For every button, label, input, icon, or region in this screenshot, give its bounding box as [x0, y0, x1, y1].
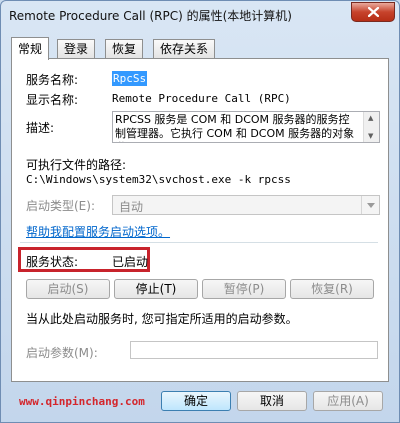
close-icon	[367, 7, 379, 17]
description-box[interactable]: RPCSS 服务是 COM 和 DCOM 服务器的服务控制管理器。它执行 COM…	[112, 111, 380, 143]
tab-general[interactable]: 常规	[11, 37, 50, 60]
startup-type-value: 自动	[119, 200, 144, 214]
scroll-up-icon[interactable]: ▲	[368, 114, 373, 122]
properties-window: Remote Procedure Call (RPC) 的属性(本地计算机) 常…	[0, 0, 400, 423]
ok-button[interactable]: 确定	[161, 391, 231, 411]
help-config-link[interactable]: 帮助我配置服务启动选项。	[26, 223, 170, 240]
display-name-value: Remote Procedure Call (RPC)	[112, 92, 291, 105]
watermark-text: www.qinpinchang.com	[19, 395, 145, 408]
close-button[interactable]	[351, 2, 395, 22]
scroll-down-icon[interactable]: ▼	[368, 132, 373, 140]
service-name-value[interactable]: RpcSs	[112, 71, 148, 86]
general-panel: 服务名称: RpcSs 显示名称: Remote Procedure Call …	[11, 58, 389, 382]
window-title: Remote Procedure Call (RPC) 的属性(本地计算机)	[9, 9, 292, 23]
stop-button[interactable]: 停止(T)	[114, 279, 198, 299]
chevron-down-icon	[366, 202, 375, 208]
cancel-button[interactable]: 取消	[237, 391, 307, 411]
tab-dependencies[interactable]: 依存关系	[153, 39, 216, 58]
start-button[interactable]: 启动(S)	[26, 279, 110, 299]
description-value: RPCSS 服务是 COM 和 DCOM 服务器的服务控制管理器。它执行 COM…	[115, 113, 355, 142]
description-label: 描述:	[26, 121, 55, 135]
pause-button[interactable]: 暂停(P)	[202, 279, 286, 299]
startup-type-label: 启动类型(E):	[26, 199, 95, 213]
divider	[20, 242, 378, 243]
resume-button[interactable]: 恢复(R)	[290, 279, 374, 299]
start-params-hint: 当从此处启动服务时, 您可指定所适用的启动参数。	[26, 312, 298, 326]
tab-logon[interactable]: 登录	[57, 39, 96, 58]
exe-path-value: C:\Windows\system32\svchost.exe -k rpcss	[26, 173, 291, 186]
start-params-label: 启动参数(M):	[26, 346, 98, 360]
apply-button[interactable]: 应用(A)	[313, 391, 383, 411]
service-status-value: 已启动	[112, 255, 149, 269]
title-bar[interactable]: Remote Procedure Call (RPC) 的属性(本地计算机)	[1, 1, 399, 29]
service-name-label: 服务名称:	[26, 73, 79, 87]
tab-recovery[interactable]: 恢复	[105, 39, 144, 58]
exe-path-label: 可执行文件的路径:	[26, 158, 127, 172]
startup-type-select[interactable]: 自动	[112, 195, 380, 215]
start-params-input[interactable]	[130, 341, 378, 359]
service-status-label: 服务状态:	[26, 255, 79, 269]
display-name-label: 显示名称:	[26, 93, 79, 107]
dropdown-arrow[interactable]	[361, 196, 379, 214]
description-scrollbar[interactable]: ▲ ▼	[363, 112, 379, 142]
